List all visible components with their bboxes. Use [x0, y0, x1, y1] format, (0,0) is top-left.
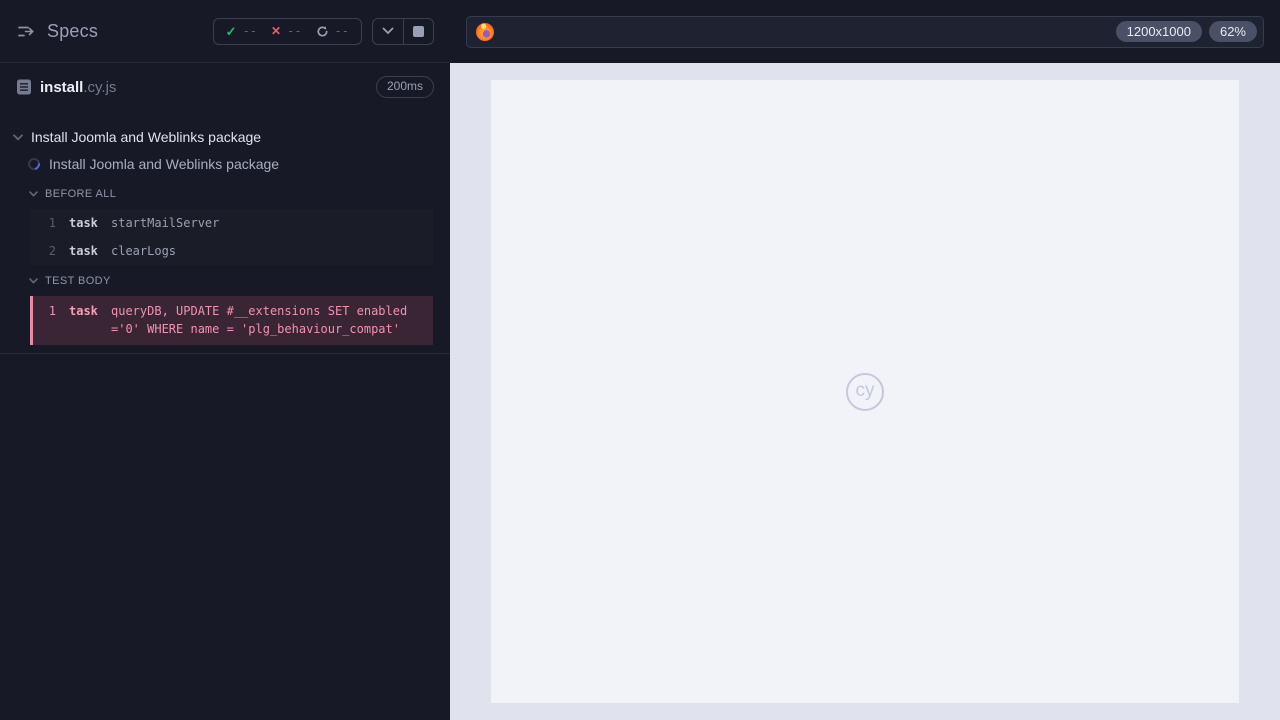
command-row[interactable]: 1 task startMailServer: [30, 209, 433, 237]
chevron-down-icon: [13, 133, 23, 141]
chevron-down-icon: [29, 191, 38, 197]
command-method: task: [69, 304, 98, 318]
command-message: startMailServer: [111, 216, 220, 230]
aut-iframe: cy: [491, 80, 1239, 703]
cypress-runner-app: Specs ✓ -- ✕ -- -- install.cy.js 200ms I…: [0, 0, 1280, 720]
viewport-size-badge[interactable]: 1200x1000: [1115, 20, 1202, 43]
header-right: ✓ -- ✕ -- --: [212, 17, 434, 45]
command-message: queryDB, UPDATE #__extensions SET enable…: [111, 304, 408, 336]
command-message: clearLogs: [111, 244, 177, 258]
stop-button[interactable]: [403, 18, 433, 44]
suite-row[interactable]: Install Joomla and Weblinks package: [0, 124, 450, 150]
test-tree: Install Joomla and Weblinks package Inst…: [0, 110, 450, 354]
chevron-down-icon: [29, 278, 38, 284]
spec-file-name: install.cy.js: [40, 78, 117, 96]
command-number: 1: [48, 216, 56, 230]
cypress-logo-watermark: cy: [846, 372, 884, 411]
spec-file-row[interactable]: install.cy.js 200ms: [0, 64, 450, 110]
test-row[interactable]: Install Joomla and Weblinks package: [0, 150, 450, 178]
section-before-all[interactable]: BEFORE ALL: [0, 181, 450, 206]
firefox-icon: [476, 22, 494, 41]
spec-file-icon: [16, 78, 32, 96]
stop-icon: [413, 25, 424, 37]
stat-failed: ✕ --: [271, 24, 302, 38]
runner-panel: 1200x1000 62% cy: [450, 0, 1280, 720]
viewport-scale-badge[interactable]: 62%: [1208, 20, 1257, 43]
pending-refresh-icon: [316, 25, 329, 38]
url-bar[interactable]: 1200x1000 62%: [466, 15, 1264, 48]
specs-title: Specs: [47, 20, 99, 41]
run-controls: [372, 17, 434, 45]
section-test-body[interactable]: TEST BODY: [0, 268, 450, 293]
section-label: BEFORE ALL: [45, 188, 117, 200]
command-row-failed[interactable]: 1 task queryDB, UPDATE #__extensions SET…: [33, 296, 433, 345]
test-body-commands: 1 task queryDB, UPDATE #__extensions SET…: [30, 296, 433, 345]
passed-check-icon: ✓: [225, 23, 237, 39]
specs-menu-button[interactable]: Specs: [16, 21, 98, 42]
reporter-header: Specs ✓ -- ✕ -- --: [0, 0, 450, 63]
command-method: task: [69, 244, 98, 258]
command-method: task: [69, 216, 98, 230]
spec-duration-badge: 200ms: [375, 76, 434, 98]
specs-list-icon: [16, 22, 35, 41]
passed-count: --: [242, 24, 258, 38]
suite-title: Install Joomla and Weblinks package: [31, 129, 262, 145]
before-all-commands: 1 task startMailServer 2 task clearLogs: [30, 209, 433, 265]
failed-count: --: [287, 24, 302, 38]
section-label: TEST BODY: [45, 275, 111, 287]
command-row[interactable]: 2 task clearLogs: [30, 237, 433, 265]
stat-pending: --: [316, 24, 349, 38]
failed-x-icon: ✕: [271, 24, 282, 38]
reporter-panel: Specs ✓ -- ✕ -- -- install.cy.js 200ms I…: [0, 0, 450, 720]
command-number: 1: [48, 304, 56, 318]
test-stats: ✓ -- ✕ -- --: [212, 17, 362, 45]
command-number: 2: [48, 244, 56, 258]
tree-divider: [0, 353, 450, 354]
runner-stage: cy: [450, 63, 1280, 720]
pending-count: --: [334, 24, 349, 38]
collapse-all-button[interactable]: [373, 19, 403, 44]
runner-header: 1200x1000 62%: [450, 0, 1280, 63]
stat-passed: ✓ --: [226, 24, 257, 38]
test-running-spinner-icon: [25, 155, 43, 173]
test-title: Install Joomla and Weblinks package: [49, 156, 280, 172]
